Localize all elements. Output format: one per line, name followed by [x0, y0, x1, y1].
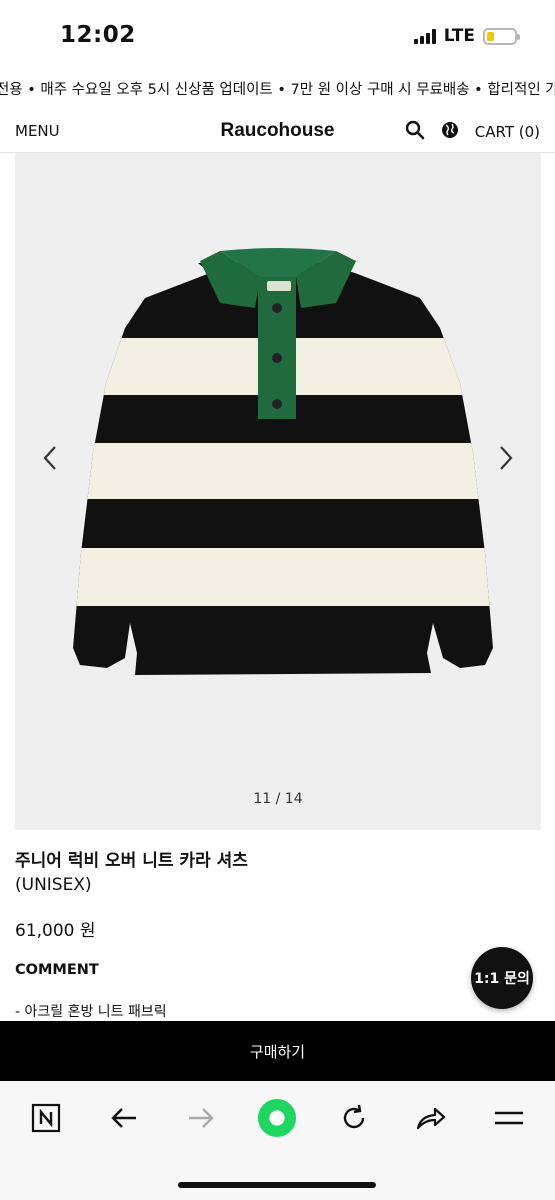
browser-toolbar	[0, 1081, 555, 1200]
back-arrow-icon[interactable]	[104, 1098, 144, 1138]
status-right: LTE	[413, 26, 520, 46]
product-subtitle: (UNISEX)	[15, 875, 92, 895]
product-gallery[interactable]: 11 / 14	[15, 153, 541, 830]
globe-icon[interactable]	[441, 121, 459, 143]
home-circle-icon[interactable]	[257, 1098, 297, 1138]
product-description: - 아크릴 혼방 니트 패브릭	[15, 1004, 167, 1020]
network-label: LTE	[443, 26, 475, 46]
promo-text: 원 전용 • 매주 수요일 오후 5시 신상품 업데이트 • 7만 원 이상 구…	[0, 82, 555, 98]
product-price: 61,000 원	[15, 921, 96, 941]
promo-banner: 원 전용 • 매주 수요일 오후 5시 신상품 업데이트 • 7만 원 이상 구…	[0, 76, 555, 102]
image-counter: 11 / 14	[253, 791, 303, 807]
menu-button[interactable]: MENU	[15, 122, 60, 140]
search-icon[interactable]	[405, 120, 425, 144]
share-icon[interactable]	[411, 1098, 451, 1138]
forward-arrow-icon[interactable]	[181, 1098, 221, 1138]
naver-n-icon[interactable]	[26, 1098, 66, 1138]
reload-icon[interactable]	[334, 1098, 374, 1138]
menu-icon[interactable]	[489, 1098, 529, 1138]
comment-heading: COMMENT	[15, 962, 99, 978]
next-image-arrow[interactable]	[493, 443, 517, 473]
site-header: MENU Raucohouse CART (0)	[0, 112, 555, 153]
product-image	[73, 248, 493, 675]
prev-image-arrow[interactable]	[39, 443, 63, 473]
header-actions: CART (0)	[405, 120, 540, 144]
buy-button[interactable]: 구매하기	[0, 1021, 555, 1081]
cart-button[interactable]: CART (0)	[475, 123, 540, 141]
inquiry-chat-button[interactable]: 1:1 문의	[471, 947, 533, 1009]
battery-icon	[483, 27, 520, 45]
status-time: 12:02	[60, 22, 136, 48]
home-indicator	[178, 1182, 376, 1188]
signal-icon	[413, 28, 436, 44]
status-bar: 12:02 LTE	[0, 0, 555, 70]
product-name: 주니어 럭비 오버 니트 카라 셔츠	[15, 851, 248, 871]
